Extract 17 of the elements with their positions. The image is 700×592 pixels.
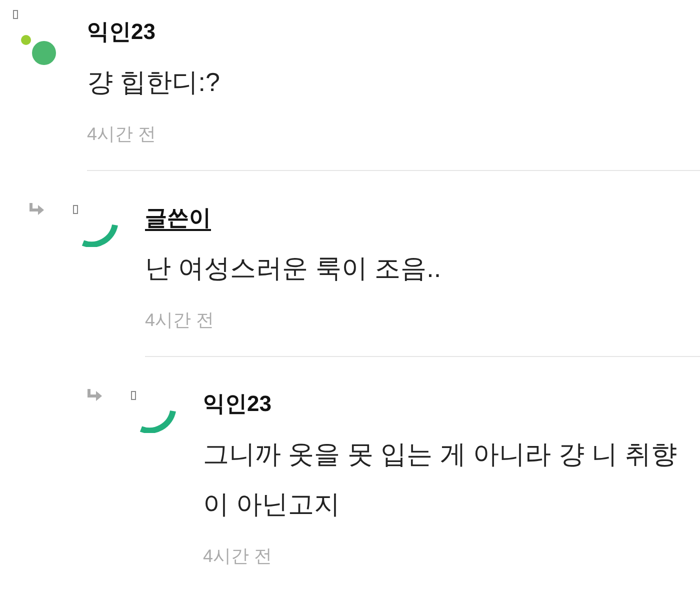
timestamp: 4시간 전 <box>87 123 156 146</box>
broken-image-icon <box>73 205 78 214</box>
avatar-drawing <box>20 34 58 66</box>
broken-image-icon <box>13 10 18 19</box>
comment-text: 걍 힙한디:? <box>87 66 221 99</box>
avatar-arc-icon <box>138 409 176 433</box>
timestamp: 4시간 전 <box>203 545 272 568</box>
reply-arrow-icon <box>28 203 45 217</box>
author-name: 익인23 <box>87 18 156 46</box>
author-name: 익인23 <box>203 390 272 418</box>
reply-arrow-icon <box>86 389 103 403</box>
avatar-arc-icon <box>80 223 118 247</box>
author-name: 글쓴이 <box>145 204 211 232</box>
comment-text: 그니까 옷을 못 입는 게 아니라 걍 니 취향이 아닌고지 <box>203 438 678 521</box>
timestamp: 4시간 전 <box>145 309 214 332</box>
broken-image-icon <box>131 391 136 400</box>
comment-text: 난 여성스러운 룩이 조음.. <box>145 252 442 285</box>
